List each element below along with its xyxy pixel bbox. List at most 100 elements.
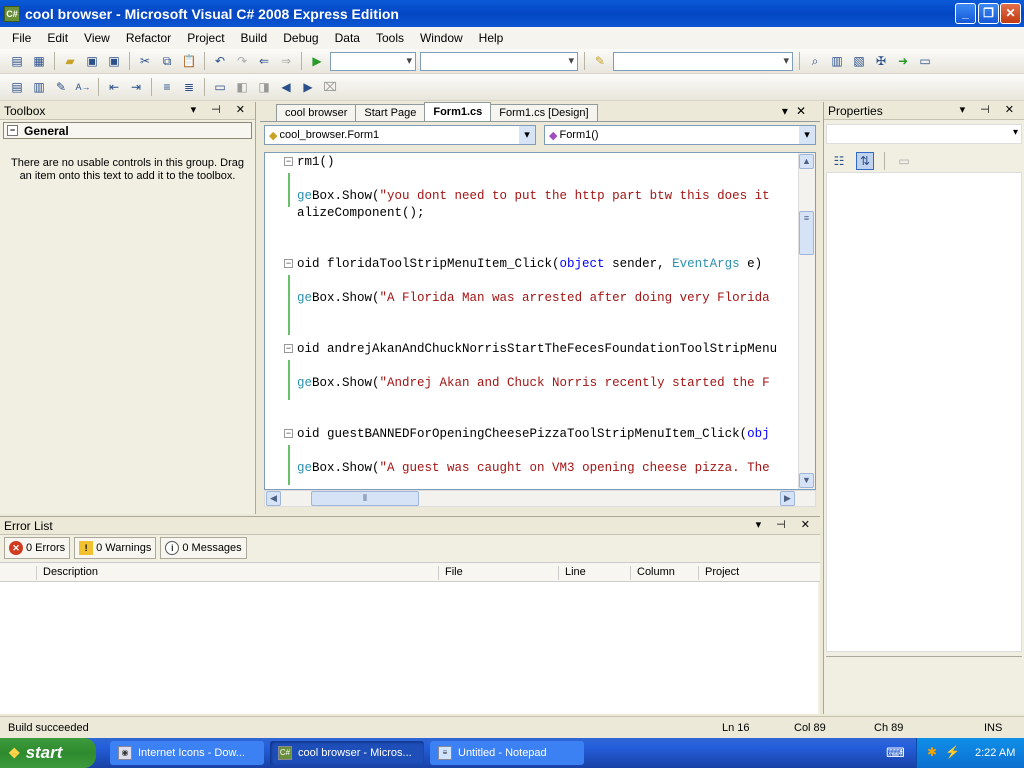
save-all-icon[interactable]: ▣ [105, 52, 123, 70]
properties-window-icon[interactable]: ▥ [828, 52, 846, 70]
open-folder-icon[interactable]: ▰ [61, 52, 79, 70]
uncomment-icon[interactable]: ≣ [180, 78, 198, 96]
errors-filter-button[interactable]: ✕ 0 Errors [4, 537, 71, 559]
scroll-up-icon[interactable]: ▲ [799, 154, 814, 169]
toggle-bookmark-icon[interactable]: ▭ [211, 78, 229, 96]
column-header-description[interactable]: Description [36, 566, 98, 580]
comment-out-icon[interactable]: ≡ [158, 78, 176, 96]
menu-refactor[interactable]: Refactor [118, 31, 179, 45]
messages-filter-button[interactable]: i 0 Messages [160, 537, 247, 559]
tab-controls[interactable]: ▾✕ [782, 104, 814, 118]
menu-data[interactable]: Data [327, 31, 368, 45]
platform-combo[interactable] [420, 51, 578, 71]
scroll-thumb[interactable]: ≡ [799, 211, 814, 255]
property-grid[interactable] [826, 172, 1022, 652]
parameter-info-icon[interactable]: ▥ [30, 78, 48, 96]
member-dropdown[interactable]: ◆ Form1() [544, 125, 816, 145]
task-notepad[interactable]: ≡ Untitled - Notepad [430, 741, 584, 765]
object-browser-icon[interactable]: ▧ [850, 52, 868, 70]
add-item-icon[interactable]: ▦ [30, 52, 48, 70]
previous-bookmark-icon[interactable]: ◧ [233, 78, 251, 96]
tab-form1-design[interactable]: Form1.cs [Design] [490, 104, 598, 121]
warnings-filter-button[interactable]: ! 0 Warnings [74, 537, 157, 559]
column-header-icon[interactable] [0, 566, 36, 580]
close-button[interactable]: ✕ [1000, 3, 1021, 24]
code-editor[interactable]: − − − − rm1() geBox.Show("you dont need t… [264, 152, 816, 490]
menu-project[interactable]: Project [179, 31, 232, 45]
complete-word-icon[interactable]: A→ [74, 78, 92, 96]
keyboard-icon[interactable]: ⌨ [886, 745, 905, 761]
alphabetical-icon[interactable]: ⇅ [856, 152, 874, 170]
vertical-scrollbar[interactable]: ▲ ≡ ▼ [798, 153, 815, 489]
class-dropdown[interactable]: ◆ cool_browser.Form1 [264, 125, 536, 145]
menu-file[interactable]: File [4, 31, 39, 45]
redo-icon[interactable]: ↷ [233, 52, 251, 70]
panel-controls[interactable]: ▾ ⊣ ✕ [960, 103, 1020, 116]
column-header-file[interactable]: File [438, 566, 463, 580]
clear-bookmarks-icon[interactable]: ⌧ [321, 78, 339, 96]
scroll-left-icon[interactable]: ◀ [266, 491, 281, 506]
panel-controls[interactable]: ▾ ⊣ ✕ [756, 518, 816, 531]
network-icon[interactable]: ✱ [927, 745, 937, 759]
find-in-files-icon[interactable]: ✎ [591, 52, 609, 70]
collapse-icon[interactable]: − [7, 125, 18, 136]
previous-bookmark-in-folder-icon[interactable]: ◀ [277, 78, 295, 96]
start-button[interactable]: ❖ start [0, 738, 96, 768]
minimize-button[interactable]: _ [955, 3, 976, 24]
next-bookmark-in-folder-icon[interactable]: ▶ [299, 78, 317, 96]
panel-controls[interactable]: ▾ ⊣ ✕ [191, 103, 251, 116]
cut-icon[interactable]: ✂ [136, 52, 154, 70]
scroll-down-icon[interactable]: ▼ [799, 473, 814, 488]
tab-form1-cs[interactable]: Form1.cs [424, 102, 492, 121]
menu-edit[interactable]: Edit [39, 31, 76, 45]
categorized-icon[interactable]: ☷ [830, 152, 848, 170]
increase-indent-icon[interactable]: ⇥ [127, 78, 145, 96]
task-internet-icons[interactable]: ◉ Internet Icons - Dow... [110, 741, 264, 765]
configuration-combo[interactable] [330, 51, 416, 71]
restore-button[interactable]: ❐ [978, 3, 999, 24]
menu-view[interactable]: View [76, 31, 118, 45]
scroll-right-icon[interactable]: ▶ [780, 491, 795, 506]
copy-icon[interactable]: ⧉ [158, 52, 176, 70]
menu-debug[interactable]: Debug [275, 31, 326, 45]
menu-help[interactable]: Help [471, 31, 512, 45]
navigate-backward-icon[interactable]: ⇐ [255, 52, 273, 70]
undo-icon[interactable]: ↶ [211, 52, 229, 70]
quick-info-icon[interactable]: ✎ [52, 78, 70, 96]
navigate-forward-icon[interactable]: ⇒ [277, 52, 295, 70]
toolbox-group-general[interactable]: − General [3, 122, 252, 139]
paste-icon[interactable]: 📋 [180, 52, 198, 70]
property-pages-icon[interactable]: ▭ [895, 152, 913, 170]
more-windows-icon[interactable]: ▭ [916, 52, 934, 70]
menu-tools[interactable]: Tools [368, 31, 412, 45]
volume-icon[interactable]: ⚡ [945, 745, 960, 759]
collapse-icon[interactable]: − [284, 259, 293, 268]
column-header-line[interactable]: Line [558, 566, 586, 580]
clock[interactable]: 2:22 AM [975, 747, 1015, 759]
scroll-thumb[interactable]: ⦀ [311, 491, 419, 506]
tab-start-page[interactable]: Start Page [355, 104, 426, 121]
column-header-project[interactable]: Project [698, 566, 739, 580]
menu-window[interactable]: Window [412, 31, 471, 45]
collapse-icon[interactable]: − [284, 157, 293, 166]
collapse-icon[interactable]: − [284, 344, 293, 353]
collapse-icon[interactable]: − [284, 429, 293, 438]
object-selector[interactable]: ▾ [826, 124, 1022, 144]
column-header-column[interactable]: Column [630, 566, 675, 580]
title-bar[interactable]: C# cool browser - Microsoft Visual C# 20… [0, 0, 1024, 27]
error-list-grid[interactable] [0, 582, 818, 714]
save-icon[interactable]: ▣ [83, 52, 101, 70]
horizontal-scrollbar[interactable]: ◀ ⦀ ▶ [264, 490, 816, 507]
display-object-member-list-icon[interactable]: ▤ [8, 78, 26, 96]
solution-explorer-icon[interactable]: ⌕ [806, 52, 824, 70]
start-page-icon[interactable]: ➜ [894, 52, 912, 70]
new-project-icon[interactable]: ▤ [8, 52, 26, 70]
start-debugging-icon[interactable]: ▶ [308, 52, 326, 70]
find-combo[interactable] [613, 51, 793, 71]
next-bookmark-icon[interactable]: ◨ [255, 78, 273, 96]
menu-build[interactable]: Build [233, 31, 276, 45]
tab-cool-browser[interactable]: cool browser [276, 104, 357, 121]
task-cool-browser[interactable]: C# cool browser - Micros... [270, 741, 424, 765]
decrease-indent-icon[interactable]: ⇤ [105, 78, 123, 96]
toolbox-icon[interactable]: ✠ [872, 52, 890, 70]
